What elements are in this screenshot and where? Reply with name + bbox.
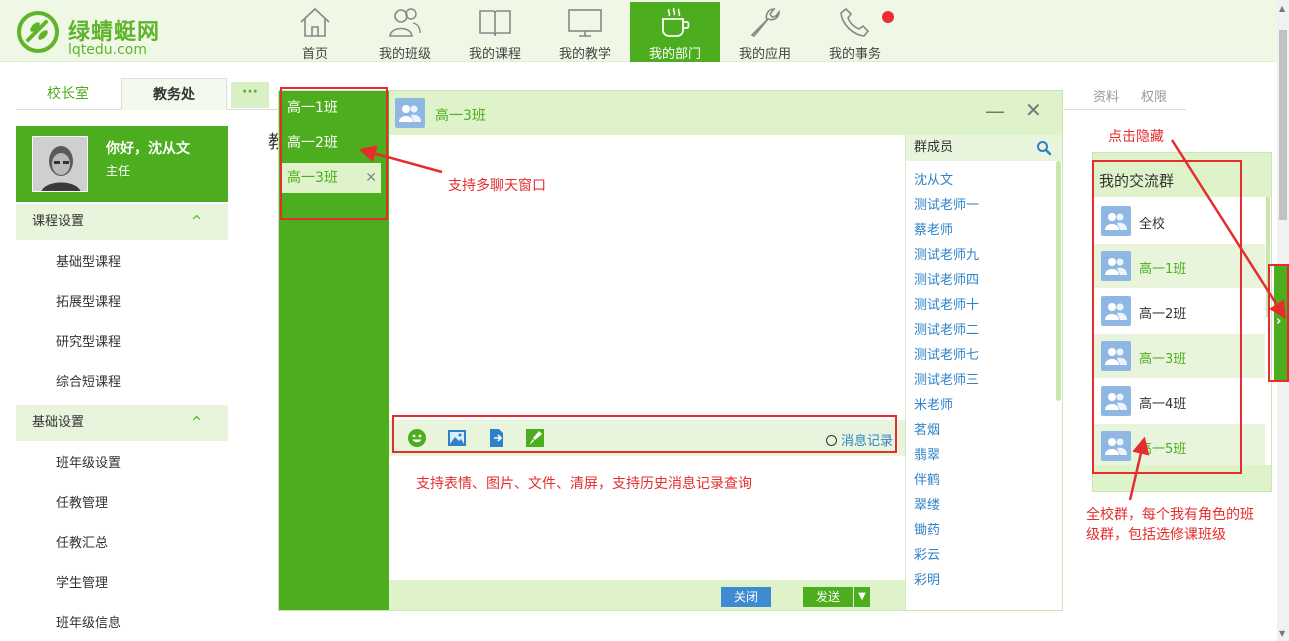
nav-my-course[interactable]: 我的课程 bbox=[450, 2, 540, 62]
section-course-settings[interactable]: 课程设置 ^ bbox=[16, 204, 228, 240]
user-role: 主任 bbox=[106, 164, 131, 178]
monitor-icon bbox=[568, 9, 602, 37]
member-scrollbar[interactable] bbox=[1056, 161, 1061, 401]
nav-my-apps[interactable]: 我的应用 bbox=[720, 2, 810, 62]
sidebar-item-basic-course[interactable]: 基础型课程 bbox=[16, 243, 228, 283]
sidebar-item-grade-settings[interactable]: 班年级设置 bbox=[16, 444, 228, 484]
top-bar: 绿蜻蜓网 lqtedu.com 首页 我的班级 我的课程 我的教学 我的部门 我… bbox=[0, 0, 1277, 62]
coffee-icon bbox=[662, 7, 690, 37]
nav-label: 我的事务 bbox=[828, 47, 881, 62]
member-item[interactable]: 米老师 bbox=[914, 394, 953, 413]
section-title: 基础设置 bbox=[32, 415, 85, 430]
member-item[interactable]: 沈从文 bbox=[914, 169, 953, 188]
member-item[interactable]: 翡翠 bbox=[914, 444, 940, 463]
annotation-groups-line-2: 级群，包括选修课班级 bbox=[1086, 527, 1226, 543]
nav-my-teaching[interactable]: 我的教学 bbox=[540, 2, 630, 62]
tab-academic-affairs[interactable]: 教务处 bbox=[121, 78, 227, 110]
search-icon[interactable] bbox=[1036, 140, 1052, 156]
member-panel-header: 群成员 bbox=[906, 135, 1062, 161]
annotation-box-chat-tabs bbox=[280, 87, 388, 220]
nav-label: 我的教学 bbox=[558, 47, 611, 62]
user-photo-icon bbox=[33, 137, 87, 191]
sidebar-item-research-course[interactable]: 研究型课程 bbox=[16, 323, 228, 363]
nav-my-class[interactable]: 我的班级 bbox=[360, 2, 450, 62]
sidebar-item-student-mgmt[interactable]: 学生管理 bbox=[16, 564, 228, 604]
sidebar-item-grade-info[interactable]: 班年级信息 bbox=[16, 604, 228, 641]
member-item[interactable]: 彩云 bbox=[914, 544, 940, 563]
tab-principal-office[interactable]: 校长室 bbox=[16, 78, 120, 110]
member-item[interactable]: 测试老师一 bbox=[914, 194, 979, 213]
chat-footer: 关闭 发送 ▼ bbox=[389, 580, 905, 610]
member-item[interactable]: 彩明 bbox=[914, 569, 940, 588]
home-icon bbox=[300, 7, 330, 37]
section-basic-settings[interactable]: 基础设置 ^ bbox=[16, 405, 228, 441]
chat-header: 高一3班 — ✕ bbox=[389, 91, 1062, 135]
member-item[interactable]: 测试老师七 bbox=[914, 344, 979, 363]
scrollbar-thumb[interactable] bbox=[1279, 30, 1287, 220]
member-item[interactable]: 测试老师三 bbox=[914, 369, 979, 388]
chat-title: 高一3班 bbox=[435, 108, 486, 124]
nav-my-department[interactable]: 我的部门 bbox=[630, 2, 720, 62]
nav-label: 我的班级 bbox=[378, 47, 431, 62]
wrench-icon bbox=[750, 8, 780, 38]
send-options-dropdown[interactable]: ▼ bbox=[854, 587, 870, 607]
logo-domain: lqtedu.com bbox=[68, 42, 147, 58]
close-chat-button[interactable]: 关闭 bbox=[721, 587, 771, 607]
member-item[interactable]: 测试老师十 bbox=[914, 294, 979, 313]
member-panel-title: 群成员 bbox=[914, 140, 954, 155]
group-avatar-icon bbox=[395, 98, 425, 128]
book-icon bbox=[479, 10, 511, 37]
users-icon bbox=[389, 8, 421, 37]
sidebar-item-short-course[interactable]: 综合短课程 bbox=[16, 363, 228, 403]
annotation-hide: 点击隐藏 bbox=[1108, 129, 1164, 145]
scroll-up-icon[interactable]: ▲ bbox=[1279, 4, 1285, 13]
sidebar: 你好，沈从文 主任 课程设置 ^ 基础型课程 拓展型课程 研究型课程 综合短课程… bbox=[16, 126, 228, 641]
notification-badge bbox=[882, 11, 894, 23]
sidebar-item-extended-course[interactable]: 拓展型课程 bbox=[16, 283, 228, 323]
member-item[interactable]: 测试老师四 bbox=[914, 269, 979, 288]
member-item[interactable]: 锄药 bbox=[914, 519, 940, 538]
nav-label: 我的应用 bbox=[738, 47, 791, 62]
minimize-icon[interactable]: — bbox=[985, 99, 1005, 123]
annotation-toolbar-features: 支持表情、图片、文件、清屏，支持历史消息记录查询 bbox=[416, 476, 752, 492]
nav-label: 首页 bbox=[301, 47, 328, 62]
member-item[interactable]: 蔡老师 bbox=[914, 219, 953, 238]
annotation-box-groups bbox=[1092, 160, 1242, 474]
annotation-box-toggle bbox=[1268, 264, 1289, 382]
sidebar-item-teaching-mgmt[interactable]: 任教管理 bbox=[16, 484, 228, 524]
link-materials[interactable]: 资料 bbox=[1093, 86, 1119, 105]
link-permissions[interactable]: 权限 bbox=[1141, 86, 1167, 105]
member-item[interactable]: 茗烟 bbox=[914, 419, 940, 438]
chevron-up-icon[interactable]: ^ bbox=[191, 405, 202, 441]
greeting: 你好，沈从文 bbox=[106, 141, 190, 157]
nav-label: 我的部门 bbox=[648, 47, 701, 62]
annotation-box-toolbar bbox=[392, 415, 897, 453]
tab-more-button[interactable]: ··· bbox=[231, 82, 269, 108]
chat-window: 高一1班 高一2班 高一3班 ✕ 高一3班 — ✕ 消息记录 关闭 发送 ▼ 群… bbox=[278, 90, 1063, 611]
member-panel: 群成员 沈从文 测试老师一 蔡老师 测试老师九 测试老师四 测试老师十 测试老师… bbox=[905, 135, 1062, 610]
send-button[interactable]: 发送 bbox=[803, 587, 853, 607]
user-profile: 你好，沈从文 主任 bbox=[16, 126, 228, 202]
chevron-up-icon[interactable]: ^ bbox=[191, 204, 202, 240]
nav-label: 我的课程 bbox=[468, 47, 521, 62]
site-logo[interactable]: 绿蜻蜓网 lqtedu.com bbox=[16, 8, 176, 58]
nav-home[interactable]: 首页 bbox=[270, 2, 360, 62]
annotation-groups-line-1: 全校群，每个我有角色的班 bbox=[1086, 507, 1254, 523]
section-title: 课程设置 bbox=[32, 214, 85, 229]
member-item[interactable]: 测试老师二 bbox=[914, 319, 979, 338]
phone-icon bbox=[840, 7, 870, 37]
sidebar-item-teaching-summary[interactable]: 任教汇总 bbox=[16, 524, 228, 564]
member-item[interactable]: 伴鹤 bbox=[914, 469, 940, 488]
dragonfly-logo-icon bbox=[17, 11, 59, 53]
annotation-multi-window: 支持多聊天窗口 bbox=[448, 178, 546, 194]
avatar[interactable] bbox=[32, 136, 88, 192]
member-item[interactable]: 测试老师九 bbox=[914, 244, 979, 263]
close-icon[interactable]: ✕ bbox=[1025, 98, 1042, 122]
member-item[interactable]: 翠缕 bbox=[914, 494, 940, 513]
scroll-down-icon[interactable]: ▼ bbox=[1279, 629, 1285, 638]
